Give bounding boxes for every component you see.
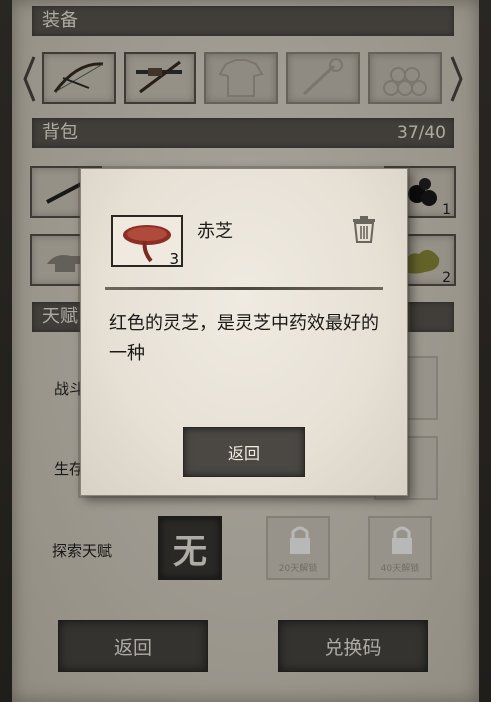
item-detail-modal: 3 赤芝 红色的灵芝，是灵芝中药效最好的一种 返回	[80, 168, 408, 496]
item-icon-box: 3	[111, 215, 183, 268]
item-count: 3	[169, 250, 179, 268]
item-name: 赤芝	[197, 221, 233, 242]
divider	[105, 287, 383, 290]
modal-back-button[interactable]: 返回	[183, 427, 305, 477]
trash-icon[interactable]	[351, 215, 377, 243]
item-description: 红色的灵芝，是灵芝中药效最好的一种	[109, 313, 379, 364]
game-screen: 装备 背包 37/40 1 2 天赋 探索天赋 无 20天解锁 40天解锁 返回…	[0, 0, 491, 702]
